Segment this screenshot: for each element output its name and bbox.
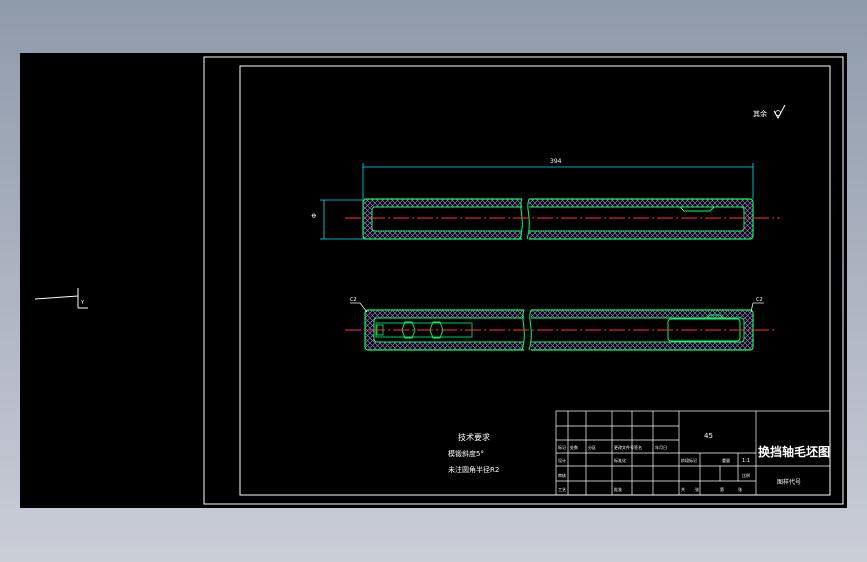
material-value: 45: [704, 432, 713, 440]
svg-text:标记: 标记: [558, 444, 566, 450]
outer-border: [203, 56, 844, 505]
inner-border: [239, 65, 831, 496]
drawing-title: 换挡轴毛坯图: [758, 444, 830, 459]
svg-text:张: 张: [738, 486, 742, 492]
drawing-svg: 其余 Y 394 Φ C2 C2 技术要求 模锻斜度5° 未注圆角半径R2 45…: [34, 56, 844, 505]
forging-blank-view: [345, 197, 780, 241]
title-block-labels: 标记 处数 分区 更改文件号 签名 年月日 设计 标准化 审核 工艺 批准 阶段…: [558, 444, 750, 492]
svg-text:C2: C2: [350, 297, 357, 303]
cad-viewport: 其余 Y 394 Φ C2 C2 技术要求 模锻斜度5° 未注圆角半径R2 45…: [0, 0, 867, 562]
chamfer-right-callout: C2: [750, 297, 764, 313]
svg-text:比例: 比例: [742, 472, 750, 478]
svg-text:签名: 签名: [634, 444, 642, 450]
svg-text:394: 394: [550, 158, 562, 165]
diameter-dimension: Φ: [311, 199, 365, 240]
shaft-section-view: [345, 308, 775, 352]
svg-text:工艺: 工艺: [558, 487, 566, 492]
svg-text:审核: 审核: [558, 472, 566, 478]
svg-text:模锻斜度5°: 模锻斜度5°: [448, 449, 484, 458]
svg-text:共: 共: [681, 486, 685, 492]
svg-text:Φ: Φ: [311, 213, 318, 218]
drawing-number: 图样代号: [777, 478, 801, 486]
length-dimension: 394: [362, 158, 754, 199]
svg-text:批准: 批准: [614, 486, 622, 492]
svg-text:重量: 重量: [722, 457, 730, 463]
svg-text:阶段标记: 阶段标记: [681, 457, 697, 463]
svg-text:Y: Y: [80, 300, 85, 306]
drawing-canvas[interactable]: 其余 Y 394 Φ C2 C2 技术要求 模锻斜度5° 未注圆角半径R2 45…: [20, 53, 847, 508]
svg-text:技术要求: 技术要求: [458, 432, 490, 442]
roughness-note: 其余: [753, 109, 767, 118]
scale-value: 1:1: [742, 458, 750, 464]
svg-text:C2: C2: [756, 297, 763, 303]
svg-text:更改文件号: 更改文件号: [614, 444, 634, 450]
svg-text:第: 第: [720, 486, 724, 492]
svg-text:年月日: 年月日: [655, 444, 667, 450]
svg-text:分区: 分区: [588, 444, 596, 450]
svg-text:标准化: 标准化: [614, 457, 626, 463]
chamfer-left-callout: C2: [350, 297, 368, 313]
svg-text:张: 张: [695, 486, 699, 492]
svg-text:未注圆角半径R2: 未注圆角半径R2: [448, 465, 499, 474]
svg-text:处数: 处数: [570, 444, 578, 450]
svg-text:设计: 设计: [558, 457, 566, 463]
ucs-icon: Y: [34, 288, 88, 309]
tech-requirements: 技术要求 模锻斜度5° 未注圆角半径R2: [448, 432, 499, 474]
